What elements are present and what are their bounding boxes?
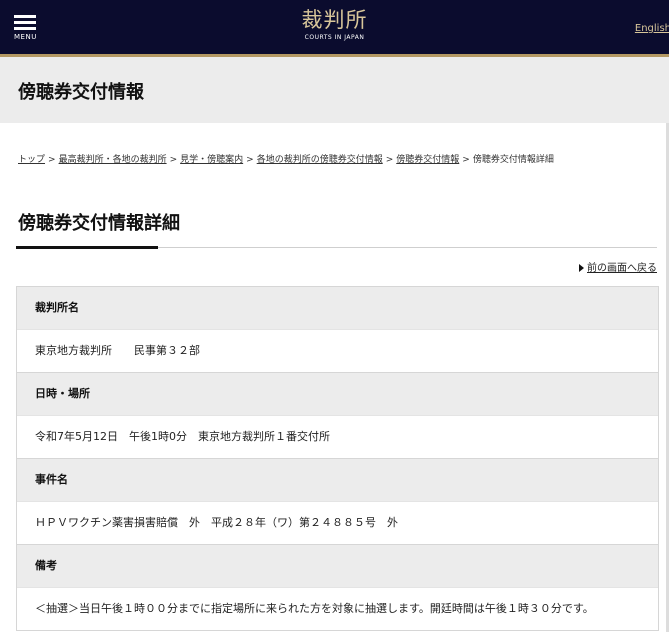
breadcrumb-separator: > [385, 155, 394, 165]
menu-label: MENU [14, 33, 37, 41]
breadcrumb-link[interactable]: トップ [18, 155, 45, 165]
page-title-band: 傍聴券交付情報 [0, 57, 669, 123]
breadcrumb-link[interactable]: 各地の裁判所の傍聴券交付情報 [257, 155, 383, 165]
site-logo[interactable]: 裁判所 COURTS IN JAPAN [302, 8, 368, 41]
logo-kanji: 裁判所 [301, 8, 368, 32]
logo-english: COURTS IN JAPAN [304, 34, 365, 41]
hamburger-icon-bar [14, 21, 36, 24]
breadcrumb-current: 傍聴券交付情報詳細 [472, 155, 554, 165]
case-name-label: 事件名 [17, 459, 658, 502]
breadcrumb-link[interactable]: 見学・傍聴案内 [180, 155, 243, 165]
remarks-value: ＜抽選＞当日午後１時００分までに指定場所に来られた方を対象に抽選します。開廷時間… [17, 588, 658, 631]
heading-accent-bar [16, 246, 158, 249]
breadcrumb-link[interactable]: 最高裁判所・各地の裁判所 [59, 155, 167, 165]
court-name-value: 東京地方裁判所 民事第３２部 [17, 330, 658, 373]
datetime-place-label: 日時・場所 [17, 373, 658, 416]
breadcrumb-separator: > [48, 155, 56, 165]
site-header: MENU 裁判所 COURTS IN JAPAN English [0, 0, 669, 57]
details-table: 裁判所名 東京地方裁判所 民事第３２部 日時・場所 令和7年5月12日 午後1時… [16, 286, 659, 631]
breadcrumb-link[interactable]: 傍聴券交付情報 [396, 155, 459, 165]
page-title: 傍聴券交付情報 [18, 82, 144, 103]
datetime-place-value: 令和7年5月12日 午後1時0分 東京地方裁判所１番交付所 [17, 416, 658, 459]
hamburger-icon [14, 15, 36, 18]
remarks-label: 備考 [17, 545, 658, 588]
breadcrumb-separator: > [462, 155, 470, 165]
section-heading: 傍聴券交付情報詳細 [18, 213, 180, 234]
case-name-value: ＨＰＶワクチン薬害損害賠償 外 平成２８年（ワ）第２４８８５号 外 [17, 502, 658, 545]
menu-button[interactable]: MENU [14, 15, 38, 41]
breadcrumb: トップ > 最高裁判所・各地の裁判所 > 見学・傍聴案内 > 各地の裁判所の傍聴券交付情報 >… [18, 152, 554, 165]
english-link[interactable]: English [635, 23, 669, 34]
court-name-label: 裁判所名 [17, 287, 658, 330]
back-link[interactable]: 前の画面へ戻る [579, 259, 657, 274]
breadcrumb-separator: > [169, 155, 178, 165]
hamburger-icon-bar [14, 27, 36, 30]
triangle-right-icon [579, 264, 584, 272]
breadcrumb-separator: > [246, 155, 254, 165]
back-link-label: 前の画面へ戻る [587, 263, 657, 274]
